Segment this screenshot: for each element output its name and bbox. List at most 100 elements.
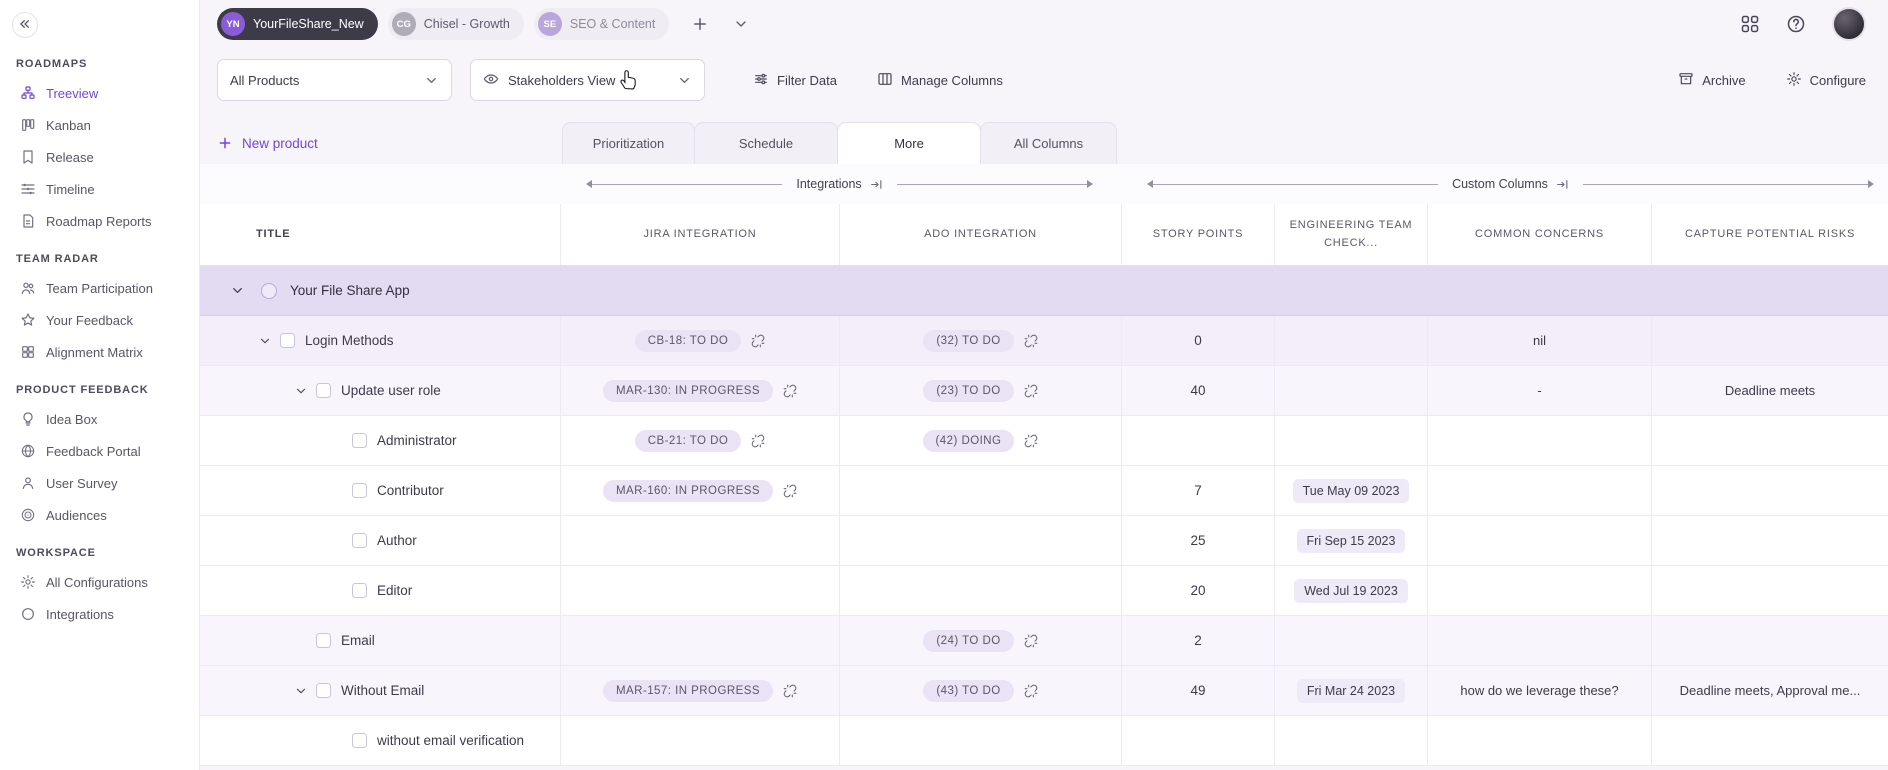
tab-schedule[interactable]: Schedule bbox=[694, 122, 838, 164]
row-expand-chevron-icon[interactable] bbox=[292, 382, 310, 400]
manage-columns-button[interactable]: Manage Columns bbox=[877, 71, 1003, 90]
ado-status-pill[interactable]: (42) DOING bbox=[922, 429, 1015, 452]
unlink-icon[interactable] bbox=[1024, 434, 1038, 448]
sidebar-item-release[interactable]: Release bbox=[0, 141, 199, 173]
jira-status-pill[interactable]: CB-18: TO DO bbox=[634, 329, 742, 352]
ado-status-pill[interactable]: (43) TO DO bbox=[923, 679, 1014, 702]
sidebar-item-timeline[interactable]: Timeline bbox=[0, 173, 199, 205]
row-title[interactable]: Update user role bbox=[341, 383, 441, 398]
story-points-value[interactable]: 2 bbox=[1194, 633, 1202, 648]
group-expand-chevron-icon[interactable] bbox=[228, 282, 246, 300]
column-header-story-points[interactable]: STORY POINTS bbox=[1122, 204, 1275, 265]
filter-data-button[interactable]: Filter Data bbox=[753, 71, 837, 90]
user-avatar[interactable] bbox=[1832, 7, 1866, 41]
row-checkbox[interactable] bbox=[352, 533, 367, 548]
row-checkbox[interactable] bbox=[352, 483, 367, 498]
column-header-common-concerns[interactable]: COMMON CONCERNS bbox=[1428, 204, 1652, 265]
story-points-value[interactable]: 25 bbox=[1190, 533, 1205, 548]
row-expand-chevron-icon[interactable] bbox=[256, 332, 274, 350]
help-button[interactable] bbox=[1786, 14, 1806, 34]
sidebar-item-all-configurations[interactable]: All Configurations bbox=[0, 566, 199, 598]
column-header-eng-team-check[interactable]: ENGINEERING TEAM CHECK... bbox=[1275, 204, 1428, 265]
jira-status-pill[interactable]: CB-21: TO DO bbox=[634, 429, 742, 452]
row-checkbox[interactable] bbox=[316, 633, 331, 648]
concerns-text[interactable]: - bbox=[1529, 383, 1549, 398]
sidebar-item-integrations[interactable]: Integrations bbox=[0, 598, 199, 630]
ado-status-pill[interactable]: (32) TO DO bbox=[923, 329, 1014, 352]
column-header-capture-risks[interactable]: CAPTURE POTENTIAL RISKS bbox=[1652, 204, 1888, 265]
sidebar-item-alignment-matrix[interactable]: Alignment Matrix bbox=[0, 336, 199, 368]
eng-date-pill[interactable]: Tue May 09 2023 bbox=[1292, 478, 1410, 503]
row-checkbox[interactable] bbox=[352, 433, 367, 448]
story-points-value[interactable]: 40 bbox=[1190, 383, 1205, 398]
sidebar-item-audiences[interactable]: Audiences bbox=[0, 499, 199, 531]
sidebar-item-user-survey[interactable]: User Survey bbox=[0, 467, 199, 499]
row-title[interactable]: Without Email bbox=[341, 683, 424, 698]
sidebar-collapse-button[interactable] bbox=[12, 12, 38, 38]
risks-text[interactable]: Deadline meets, Approval me... bbox=[1672, 683, 1869, 698]
column-group-custom-columns[interactable]: Custom Columns bbox=[1147, 164, 1874, 204]
workspace-chip-chisel-growth[interactable]: CG Chisel - Growth bbox=[387, 8, 524, 40]
risks-text[interactable]: Deadline meets bbox=[1717, 383, 1823, 398]
drag-handle-icon[interactable] bbox=[870, 178, 883, 191]
archive-button[interactable]: Archive bbox=[1678, 71, 1746, 90]
view-selector-select[interactable]: Stakeholders View bbox=[470, 59, 705, 101]
configure-button[interactable]: Configure bbox=[1786, 71, 1866, 90]
unlink-icon[interactable] bbox=[783, 484, 797, 498]
row-expand-chevron-icon[interactable] bbox=[292, 682, 310, 700]
row-title[interactable]: Login Methods bbox=[305, 333, 394, 348]
column-group-integrations[interactable]: Integrations bbox=[586, 164, 1094, 204]
story-points-value[interactable]: 0 bbox=[1194, 333, 1202, 348]
row-title[interactable]: without email verification bbox=[377, 733, 524, 748]
column-header-title[interactable]: TITLE bbox=[200, 204, 561, 265]
row-checkbox[interactable] bbox=[316, 383, 331, 398]
concerns-text[interactable]: nil bbox=[1525, 333, 1554, 348]
unlink-icon[interactable] bbox=[1024, 634, 1038, 648]
sidebar-item-idea-box[interactable]: Idea Box bbox=[0, 403, 199, 435]
story-points-value[interactable]: 20 bbox=[1190, 583, 1205, 598]
group-title[interactable]: Your File Share App bbox=[290, 283, 410, 298]
column-header-jira[interactable]: JIRA INTEGRATION bbox=[561, 204, 840, 265]
sidebar-item-your-feedback[interactable]: Your Feedback bbox=[0, 304, 199, 336]
row-checkbox[interactable] bbox=[352, 733, 367, 748]
ado-status-pill[interactable]: (24) TO DO bbox=[923, 629, 1014, 652]
tab-all-columns[interactable]: All Columns bbox=[980, 122, 1117, 164]
workspace-chip-yourfileshare[interactable]: YN YourFileShare_New bbox=[217, 8, 378, 40]
sidebar-item-feedback-portal[interactable]: Feedback Portal bbox=[0, 435, 199, 467]
sidebar-item-kanban[interactable]: Kanban bbox=[0, 109, 199, 141]
drag-handle-icon[interactable] bbox=[1556, 178, 1569, 191]
unlink-icon[interactable] bbox=[751, 334, 765, 348]
unlink-icon[interactable] bbox=[1024, 684, 1038, 698]
jira-status-pill[interactable]: MAR-160: IN PROGRESS bbox=[602, 479, 774, 502]
row-checkbox[interactable] bbox=[316, 683, 331, 698]
eng-date-pill[interactable]: Wed Jul 19 2023 bbox=[1294, 578, 1408, 603]
story-points-value[interactable]: 7 bbox=[1194, 483, 1202, 498]
product-filter-select[interactable]: All Products bbox=[217, 59, 452, 101]
row-title[interactable]: Editor bbox=[377, 583, 412, 598]
eng-date-pill[interactable]: Fri Sep 15 2023 bbox=[1296, 528, 1406, 553]
workspace-list-chevron-button[interactable] bbox=[733, 16, 749, 32]
new-product-button[interactable]: New product bbox=[217, 135, 318, 151]
tab-more[interactable]: More bbox=[837, 122, 981, 164]
row-checkbox[interactable] bbox=[280, 333, 295, 348]
unlink-icon[interactable] bbox=[1024, 334, 1038, 348]
unlink-icon[interactable] bbox=[783, 384, 797, 398]
row-title[interactable]: Administrator bbox=[377, 433, 457, 448]
story-points-value[interactable]: 49 bbox=[1190, 683, 1205, 698]
jira-status-pill[interactable]: MAR-130: IN PROGRESS bbox=[602, 379, 774, 402]
workspace-chip-seo-content[interactable]: SE SEO & Content bbox=[533, 8, 670, 40]
unlink-icon[interactable] bbox=[751, 434, 765, 448]
ado-status-pill[interactable]: (23) TO DO bbox=[923, 379, 1014, 402]
sidebar-item-treeview[interactable]: Treeview bbox=[0, 77, 199, 109]
apps-grid-button[interactable] bbox=[1740, 14, 1760, 34]
unlink-icon[interactable] bbox=[783, 684, 797, 698]
row-title[interactable]: Contributor bbox=[377, 483, 444, 498]
row-checkbox[interactable] bbox=[352, 583, 367, 598]
jira-status-pill[interactable]: MAR-157: IN PROGRESS bbox=[602, 679, 774, 702]
tab-prioritization[interactable]: Prioritization bbox=[562, 122, 695, 164]
sidebar-item-roadmap-reports[interactable]: Roadmap Reports bbox=[0, 205, 199, 237]
row-title[interactable]: Email bbox=[341, 633, 375, 648]
eng-date-pill[interactable]: Fri Mar 24 2023 bbox=[1296, 678, 1406, 703]
column-header-ado[interactable]: ADO INTEGRATION bbox=[840, 204, 1122, 265]
row-title[interactable]: Author bbox=[377, 533, 417, 548]
